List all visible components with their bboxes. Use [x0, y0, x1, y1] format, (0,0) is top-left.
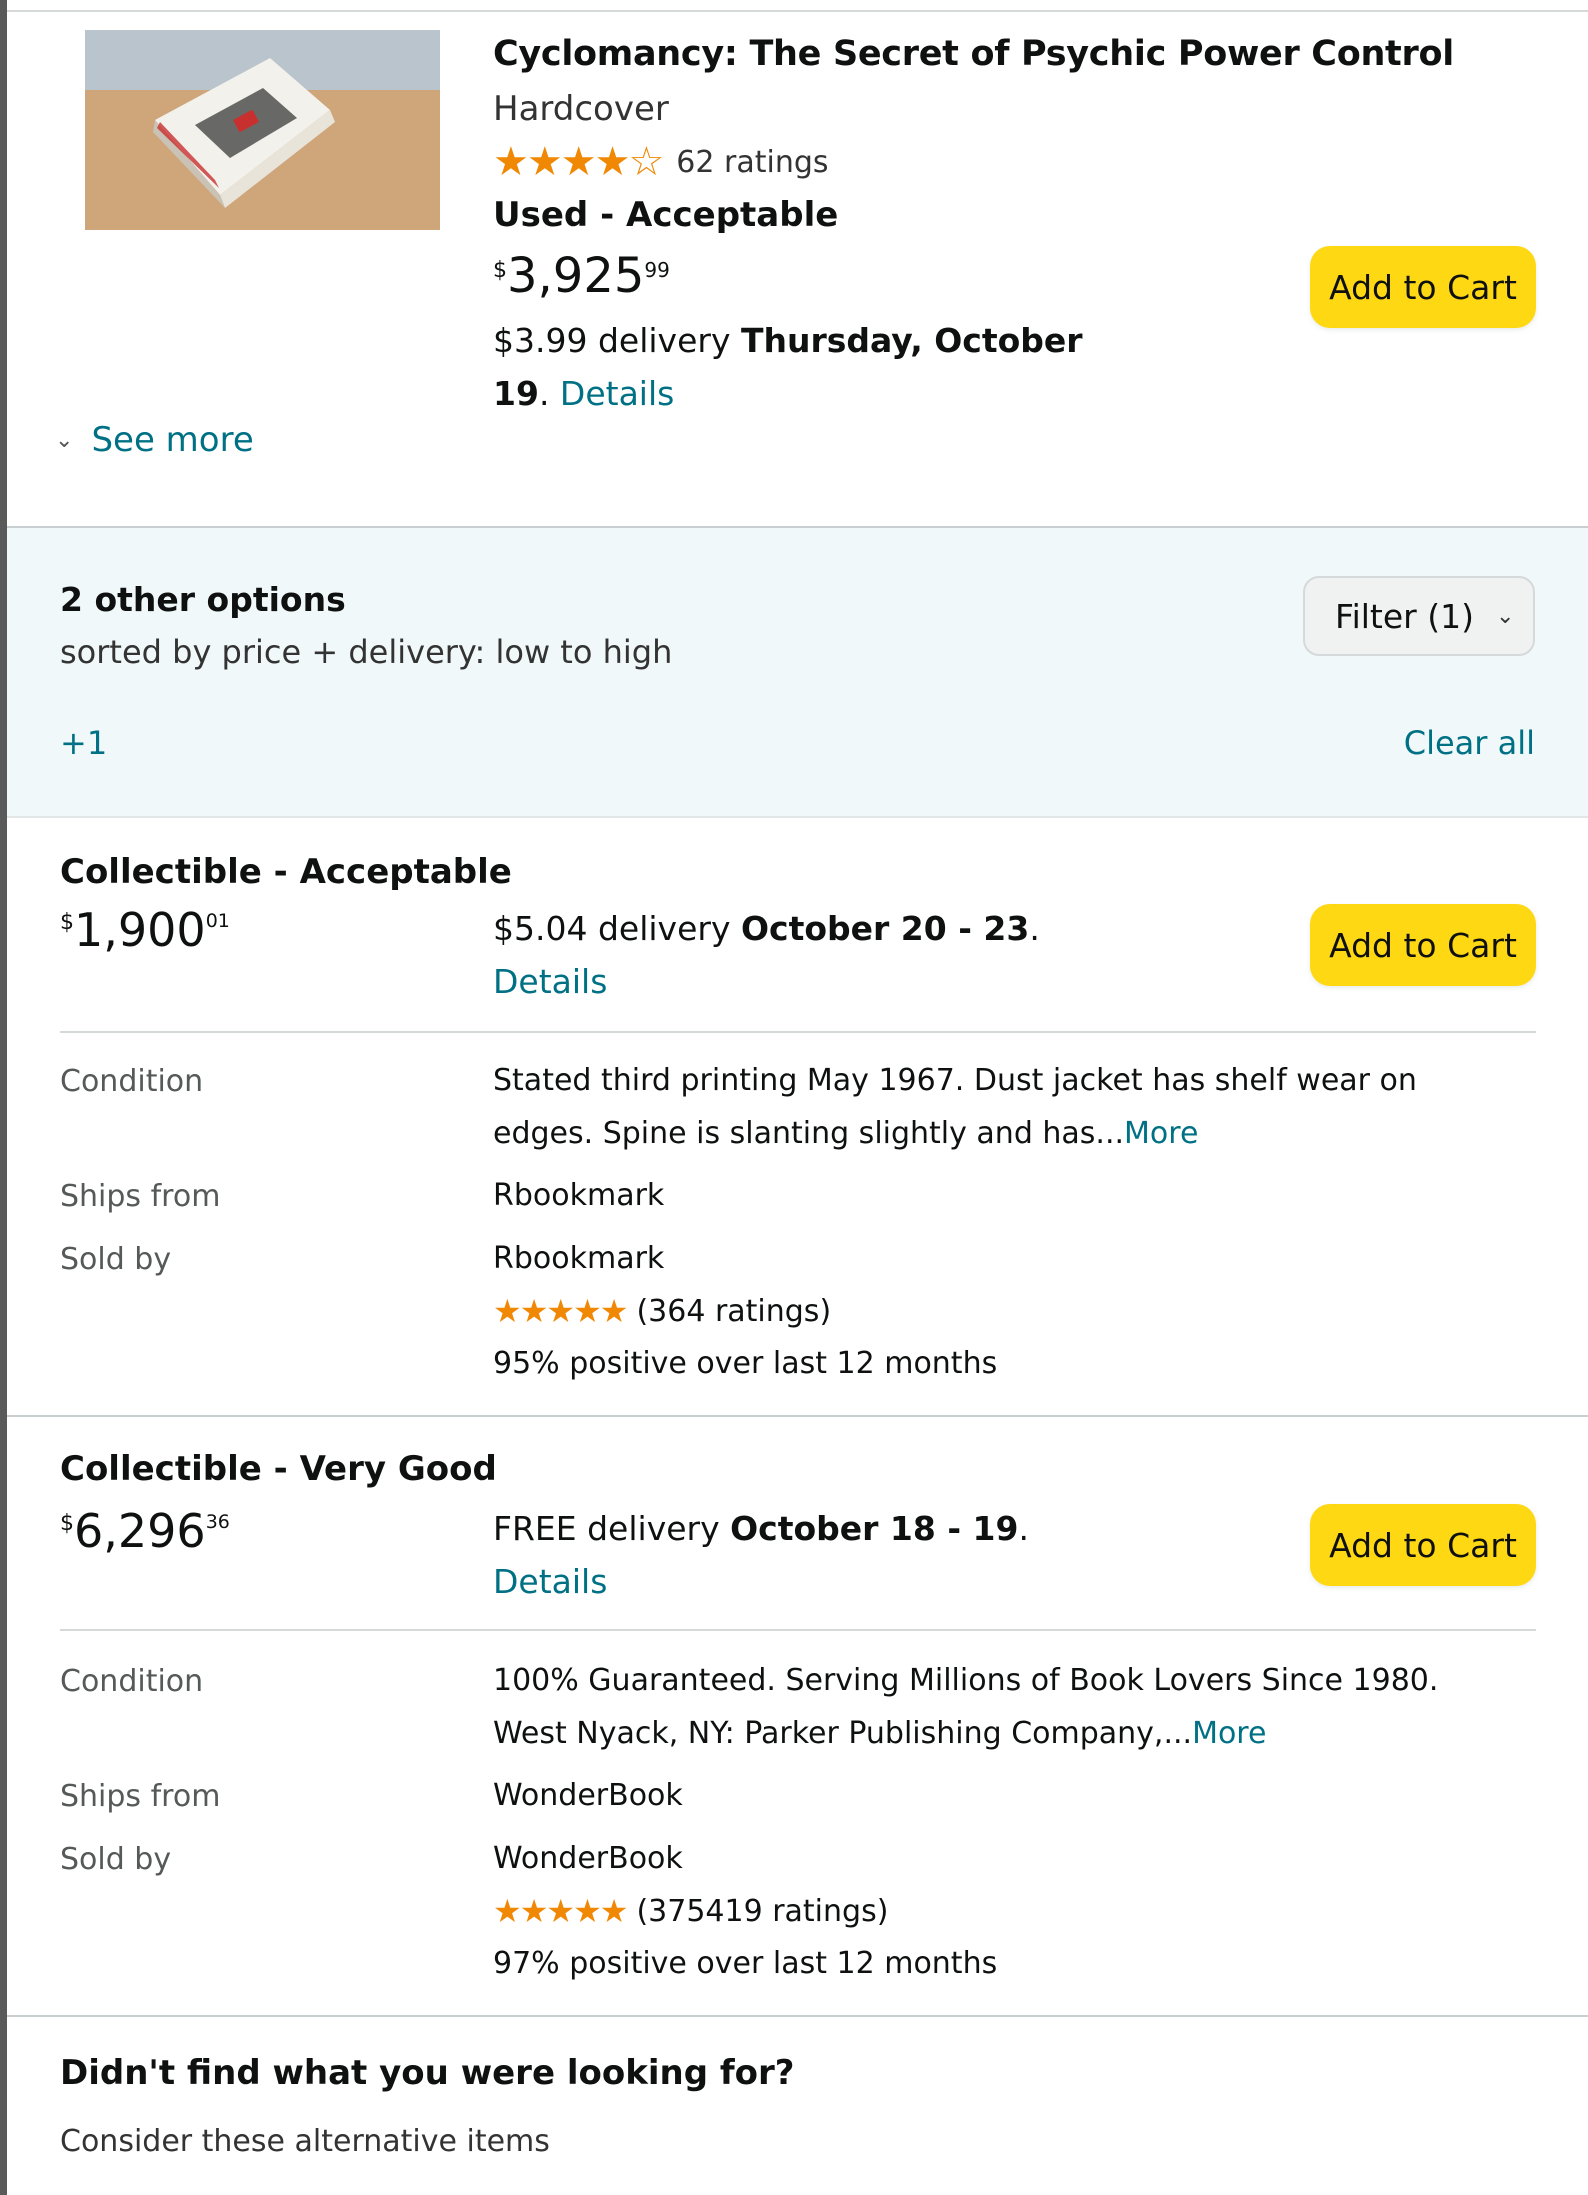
seller-positive: 95% positive over last 12 months	[493, 1346, 998, 1381]
add-to-cart-button[interactable]: Add to Cart	[1310, 1504, 1536, 1586]
product-price: $ 3,925 99	[493, 250, 670, 306]
seller-ratings-count: (375419 ratings)	[636, 1893, 889, 1929]
price-fraction: 01	[205, 910, 230, 932]
price-symbol: $	[60, 910, 74, 935]
delivery-prefix: $5.04 delivery	[493, 909, 741, 948]
offer-condition: Collectible - Very Good	[60, 1449, 497, 1489]
offer-divider	[60, 1031, 1536, 1033]
options-header	[7, 526, 1588, 818]
chevron-down-icon: ⌄	[55, 427, 74, 453]
seller-rating[interactable]: ★★★★★ (375419 ratings)	[493, 1891, 888, 1931]
condition-text: 100% Guaranteed. Serving Millions of Boo…	[493, 1663, 1439, 1751]
details-link[interactable]: Details	[493, 962, 607, 1001]
price-fraction: 36	[205, 1511, 230, 1533]
active-filters-link[interactable]: +1	[60, 724, 107, 762]
more-link[interactable]: More	[1192, 1716, 1266, 1751]
price-whole: 3,925	[507, 248, 645, 304]
price-whole: 6,296	[74, 1504, 206, 1558]
options-sort-label: sorted by price + delivery: low to high	[60, 633, 673, 671]
offer-separator	[7, 2015, 1588, 2017]
filter-button[interactable]: Filter (1) ⌄	[1303, 576, 1535, 656]
seller-link[interactable]: WonderBook	[493, 1832, 1503, 1885]
offer-delivery: FREE delivery October 18 - 19. Details	[493, 1502, 1053, 1608]
footer-title: Didn't find what you were looking for?	[60, 2053, 795, 2093]
add-to-cart-button[interactable]: Add to Cart	[1310, 246, 1536, 328]
delivery-date: October 20 - 23	[740, 909, 1030, 948]
clear-all-link[interactable]: Clear all	[1404, 724, 1535, 762]
details-link[interactable]: Details	[493, 1562, 607, 1601]
condition-description: 100% Guaranteed. Serving Millions of Boo…	[493, 1654, 1503, 1760]
ratings-count: 62 ratings	[676, 144, 829, 180]
ships-from-value: WonderBook	[493, 1778, 683, 1813]
offer-price: $ 6,296 36	[60, 1505, 230, 1557]
product-format: Hardcover	[493, 89, 669, 129]
condition-label: Condition	[60, 1064, 204, 1099]
ships-from-value: Rbookmark	[493, 1178, 665, 1213]
chevron-down-icon: ⌄	[1495, 603, 1515, 629]
condition-text: Stated third printing May 1967. Dust jac…	[493, 1063, 1417, 1151]
delivery-prefix: $3.99 delivery	[493, 321, 741, 360]
see-more-label: See more	[91, 420, 254, 460]
left-edge	[0, 0, 7, 2195]
product-rating[interactable]: ★★★★☆ 62 ratings	[493, 142, 829, 182]
sold-by-label: Sold by	[60, 1842, 172, 1877]
seller-rating[interactable]: ★★★★★ (364 ratings)	[493, 1291, 831, 1331]
offer-price: $ 1,900 01	[60, 904, 230, 956]
see-more-toggle[interactable]: ⌄ See more	[55, 418, 254, 462]
price-symbol: $	[60, 1511, 74, 1536]
ships-from-label: Ships from	[60, 1179, 221, 1214]
product-title[interactable]: Cyclomancy: The Secret of Psychic Power …	[493, 34, 1454, 74]
delivery-date: October 18 - 19	[730, 1509, 1019, 1548]
offer-condition: Collectible - Acceptable	[60, 852, 512, 892]
offer-divider	[60, 1629, 1536, 1631]
seller-positive: 97% positive over last 12 months	[493, 1946, 998, 1981]
price-fraction: 99	[644, 258, 670, 282]
add-to-cart-button[interactable]: Add to Cart	[1310, 904, 1536, 986]
seller-ratings-count: (364 ratings)	[636, 1293, 832, 1329]
sold-by-label: Sold by	[60, 1242, 172, 1277]
ships-from-label: Ships from	[60, 1779, 221, 1814]
offer-separator	[7, 1415, 1588, 1417]
delivery-suffix: .	[538, 374, 560, 413]
star-rating-icon: ★★★★★	[493, 1892, 628, 1930]
delivery-suffix: .	[1029, 909, 1040, 948]
options-title: 2 other options	[60, 580, 346, 619]
details-link[interactable]: Details	[560, 374, 674, 413]
product-delivery: $3.99 delivery Thursday, October 19. Det…	[493, 314, 1113, 420]
product-image[interactable]	[85, 30, 440, 230]
delivery-suffix: .	[1018, 1509, 1029, 1548]
seller-link[interactable]: Rbookmark	[493, 1232, 1503, 1285]
delivery-prefix: FREE delivery	[493, 1509, 731, 1548]
top-divider	[7, 10, 1588, 12]
product-condition: Used - Acceptable	[493, 195, 839, 235]
price-whole: 1,900	[74, 903, 206, 957]
star-rating-icon: ★★★★☆	[493, 139, 664, 185]
offer-delivery: $5.04 delivery October 20 - 23. Details	[493, 902, 1053, 1008]
filter-label: Filter (1)	[1335, 596, 1474, 636]
condition-label: Condition	[60, 1664, 204, 1699]
condition-description: Stated third printing May 1967. Dust jac…	[493, 1054, 1503, 1160]
star-rating-icon: ★★★★★	[493, 1292, 628, 1330]
footer-subtitle: Consider these alternative items	[60, 2124, 550, 2159]
more-link[interactable]: More	[1124, 1116, 1198, 1151]
price-symbol: $	[493, 258, 507, 283]
